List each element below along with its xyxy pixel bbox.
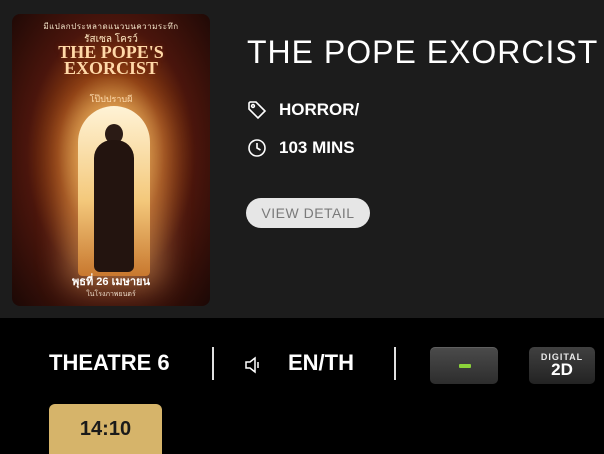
format-indicator-icon xyxy=(459,364,471,368)
movie-title: THE POPE EXORCIST xyxy=(247,34,599,70)
clock-icon xyxy=(248,139,266,157)
language-label: EN/TH xyxy=(288,350,354,375)
poster-release-sub: ในโรงภาพยนตร์ xyxy=(86,291,136,298)
tag-icon xyxy=(248,101,267,120)
genre-text: HORROR/ xyxy=(279,100,360,119)
poster-figure xyxy=(94,140,134,272)
poster-logo: THE POPE'S EXORCIST xyxy=(12,43,210,78)
speaker-icon xyxy=(245,356,259,374)
duration-row: 103 MINS xyxy=(247,138,355,158)
digital-2d-badge: DIGITAL 2D xyxy=(529,347,595,384)
divider xyxy=(394,347,396,380)
genre-row: HORROR/ xyxy=(247,100,359,120)
format-badge xyxy=(430,347,498,384)
showtime-button[interactable]: 14:10 xyxy=(49,404,162,454)
poster-release-date: พุธที่ 26 เมษายน xyxy=(72,276,150,288)
duration-text: 103 MINS xyxy=(279,138,355,157)
poster-logo-thai: โป๊ปปราบผี xyxy=(89,94,133,104)
theatre-name: THEATRE 6 xyxy=(49,350,170,375)
movie-poster[interactable]: มีแปลกประหลาดแนวบนความระทึก รัสเซล โครว์… xyxy=(12,14,210,306)
poster-logo-line2: EXORCIST xyxy=(63,58,159,78)
movie-card: มีแปลกประหลาดแนวบนความระทึก รัสเซล โครว์… xyxy=(0,0,604,318)
divider xyxy=(212,347,214,380)
format-2d-text: 2D xyxy=(551,360,573,379)
view-detail-button[interactable]: VIEW DETAIL xyxy=(246,198,370,228)
